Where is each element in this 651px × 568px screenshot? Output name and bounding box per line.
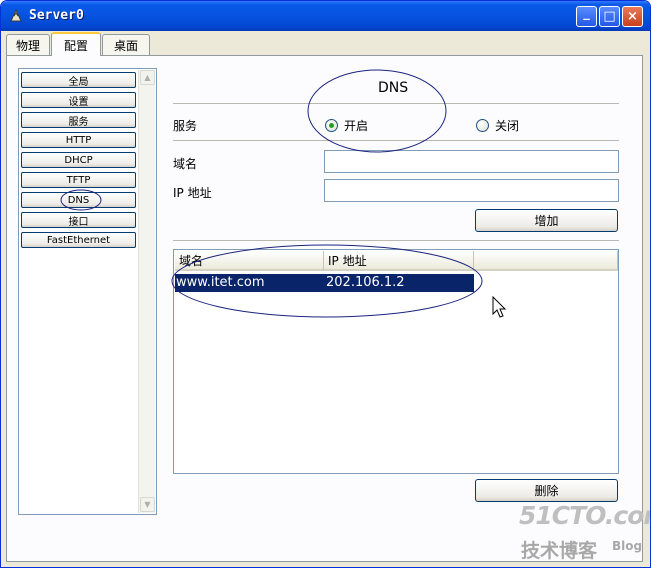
- sidebar-item-dhcp[interactable]: DHCP: [21, 152, 136, 168]
- chevron-down-icon: ▼: [144, 500, 151, 509]
- sidebar-item-services[interactable]: 服务: [21, 112, 136, 128]
- sidebar-scrollbar[interactable]: ▲ ▼: [138, 70, 155, 513]
- window-title: Server0: [29, 8, 84, 23]
- maximize-button[interactable]: □: [599, 6, 620, 27]
- tab-physical[interactable]: 物理: [6, 34, 50, 55]
- sidebar-item-interface[interactable]: 接口: [21, 212, 136, 228]
- domain-label: 域名: [173, 157, 198, 171]
- sidebar-item-settings[interactable]: 设置: [21, 92, 136, 108]
- sidebar-item-label: 服务: [68, 116, 89, 128]
- server0-window: Server0 _ □ × 物理 配置 桌面 全局 设置 服务 HTTP DHC…: [0, 0, 651, 568]
- sidebar-item-label: FastEthernet: [46, 234, 111, 246]
- tab-config[interactable]: 配置: [51, 32, 101, 56]
- mouse-cursor-icon: [492, 296, 507, 318]
- tab-label: 桌面: [113, 38, 138, 53]
- tab-label: 物理: [15, 38, 40, 53]
- sidebar-item-label: 设置: [68, 96, 89, 108]
- chevron-up-icon: ▲: [144, 73, 151, 82]
- config-sidebar: 全局 设置 服务 HTTP DHCP TFTP DNS 接口 FastEther…: [18, 68, 157, 515]
- title-bar[interactable]: Server0 _ □ ×: [1, 1, 650, 31]
- service-label: 服务: [173, 119, 198, 133]
- divider: [173, 240, 619, 241]
- radio-off[interactable]: [476, 119, 489, 132]
- delete-button-label: 删除: [534, 484, 559, 498]
- sidebar-item-label: TFTP: [66, 174, 91, 186]
- scroll-down-button[interactable]: ▼: [140, 497, 155, 512]
- add-button[interactable]: 增加: [475, 209, 618, 232]
- dns-annotation-ellipse: [60, 189, 102, 211]
- scroll-up-button[interactable]: ▲: [140, 70, 155, 85]
- sidebar-item-http[interactable]: HTTP: [21, 132, 136, 148]
- service-off-option[interactable]: 关闭: [476, 117, 519, 134]
- dns-title-annotation-ellipse: [307, 69, 447, 153]
- delete-button[interactable]: 删除: [475, 479, 618, 502]
- add-button-label: 增加: [534, 214, 559, 228]
- watermark-blog: Blog: [612, 539, 643, 553]
- watermark-brand: 51CTO.com: [519, 501, 650, 530]
- sidebar-item-fastethernet[interactable]: FastEthernet: [21, 232, 136, 248]
- sidebar-item-tftp[interactable]: TFTP: [21, 172, 136, 188]
- record-annotation-ellipse: [171, 244, 483, 318]
- dns-settings: DNS 服务 开启 关闭 域名 IP 地址 增加 域名 IP 地址 www.it…: [171, 68, 623, 558]
- watermark-sub: 技术博客: [521, 540, 598, 562]
- config-panel: 全局 设置 服务 HTTP DHCP TFTP DNS 接口 FastEther…: [6, 55, 643, 562]
- sidebar-item-label: 全局: [68, 76, 89, 88]
- column-header-empty: [474, 251, 618, 271]
- sidebar-item-label: DHCP: [64, 154, 93, 166]
- ip-address-input[interactable]: [324, 179, 619, 202]
- tab-desktop[interactable]: 桌面: [102, 34, 150, 55]
- sidebar-item-label: HTTP: [65, 134, 92, 146]
- minimize-button[interactable]: _: [576, 6, 597, 27]
- minimize-icon: _: [583, 6, 590, 21]
- sidebar-item-global[interactable]: 全局: [21, 72, 136, 88]
- sidebar-item-label: 接口: [68, 216, 89, 228]
- server-app-icon: [10, 8, 22, 22]
- close-icon: ×: [627, 9, 638, 24]
- close-button[interactable]: ×: [622, 6, 643, 27]
- tab-label: 配置: [63, 38, 88, 53]
- ip-address-label: IP 地址: [173, 186, 212, 200]
- radio-off-label: 关闭: [495, 119, 520, 133]
- maximize-icon: □: [603, 9, 616, 24]
